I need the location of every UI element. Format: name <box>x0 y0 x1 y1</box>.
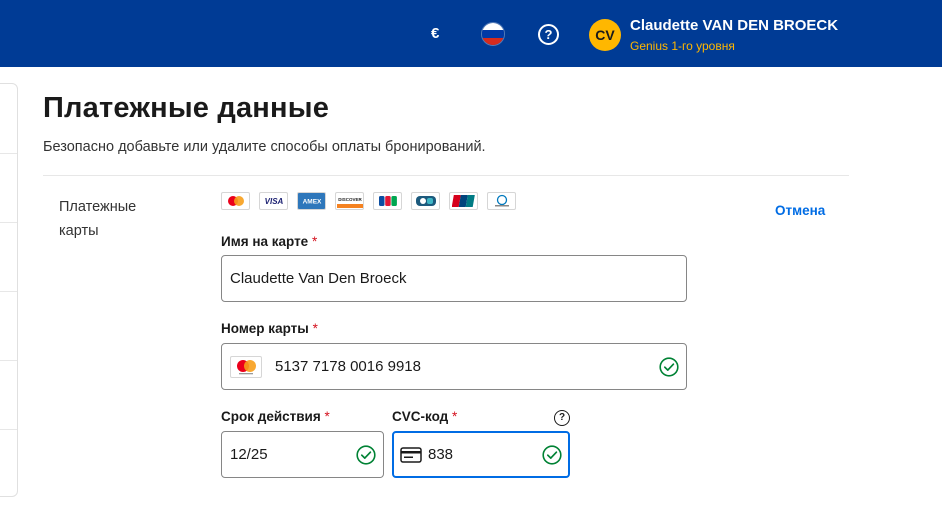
currency-selector[interactable]: € <box>431 25 439 42</box>
mastercard-icon <box>230 356 262 378</box>
valid-check-icon <box>356 445 376 465</box>
mastercard-icon <box>221 192 250 210</box>
jcb-icon <box>373 192 402 210</box>
discover-icon: DISCOVER <box>335 192 364 210</box>
card-number-label-text: Номер карты <box>221 321 309 336</box>
expiry-label: Срок действия * <box>221 409 330 424</box>
user-name[interactable]: Claudette VAN DEN BROECK <box>630 17 838 34</box>
accepted-cards-row: VISA AMEX DISCOVER <box>221 192 516 210</box>
valid-check-icon <box>542 445 562 465</box>
visa-icon: VISA <box>259 192 288 210</box>
cvc-help-icon[interactable]: ? <box>554 410 570 426</box>
expiry-field[interactable]: 12/25 <box>221 431 384 478</box>
avatar[interactable]: CV <box>589 19 621 51</box>
expiry-label-text: Срок действия <box>221 409 321 424</box>
expiry-value: 12/25 <box>230 446 268 463</box>
diners-club-icon <box>487 192 516 210</box>
page-subtitle: Безопасно добавьте или удалите способы о… <box>43 139 486 155</box>
unionpay-icon <box>449 192 478 210</box>
cartes-bancaires-icon <box>411 192 440 210</box>
card-number-value: 5137 7178 0016 9918 <box>275 358 421 375</box>
cvc-label: CVC-код * <box>392 409 457 424</box>
card-name-value: Claudette Van Den Broeck <box>230 270 407 287</box>
cancel-link[interactable]: Отмена <box>775 203 825 218</box>
card-number-label: Номер карты * <box>221 321 318 336</box>
help-icon[interactable]: ? <box>538 24 559 45</box>
divider <box>43 175 849 176</box>
valid-check-icon <box>659 357 679 377</box>
top-header-bar: € ? CV Claudette VAN DEN BROECK Genius 1… <box>0 0 942 67</box>
page-title: Платежные данные <box>43 92 330 124</box>
section-label: Платежные карты <box>59 199 137 239</box>
russia-flag-icon[interactable] <box>481 22 505 46</box>
required-mark: * <box>312 321 318 336</box>
amex-icon: AMEX <box>297 192 326 210</box>
svg-text:VISA: VISA <box>264 197 283 206</box>
cvc-value: 838 <box>428 446 454 463</box>
svg-text:AMEX: AMEX <box>302 199 321 206</box>
genius-level: Genius 1-го уровня <box>630 39 735 53</box>
required-mark: * <box>324 409 330 424</box>
card-name-label: Имя на карте * <box>221 234 317 249</box>
sidebar-menu <box>0 83 18 497</box>
cvc-field[interactable]: 838 <box>392 431 570 478</box>
required-mark: * <box>451 409 458 424</box>
card-number-field[interactable]: 5137 7178 0016 9918 <box>221 343 687 390</box>
card-name-label-text: Имя на карте <box>221 234 309 249</box>
card-name-field[interactable]: Claudette Van Den Broeck <box>221 255 687 302</box>
card-back-icon <box>400 447 422 463</box>
svg-text:DISCOVER: DISCOVER <box>338 197 362 202</box>
required-mark: * <box>311 234 318 249</box>
cvc-label-text: CVC-код <box>392 409 449 424</box>
